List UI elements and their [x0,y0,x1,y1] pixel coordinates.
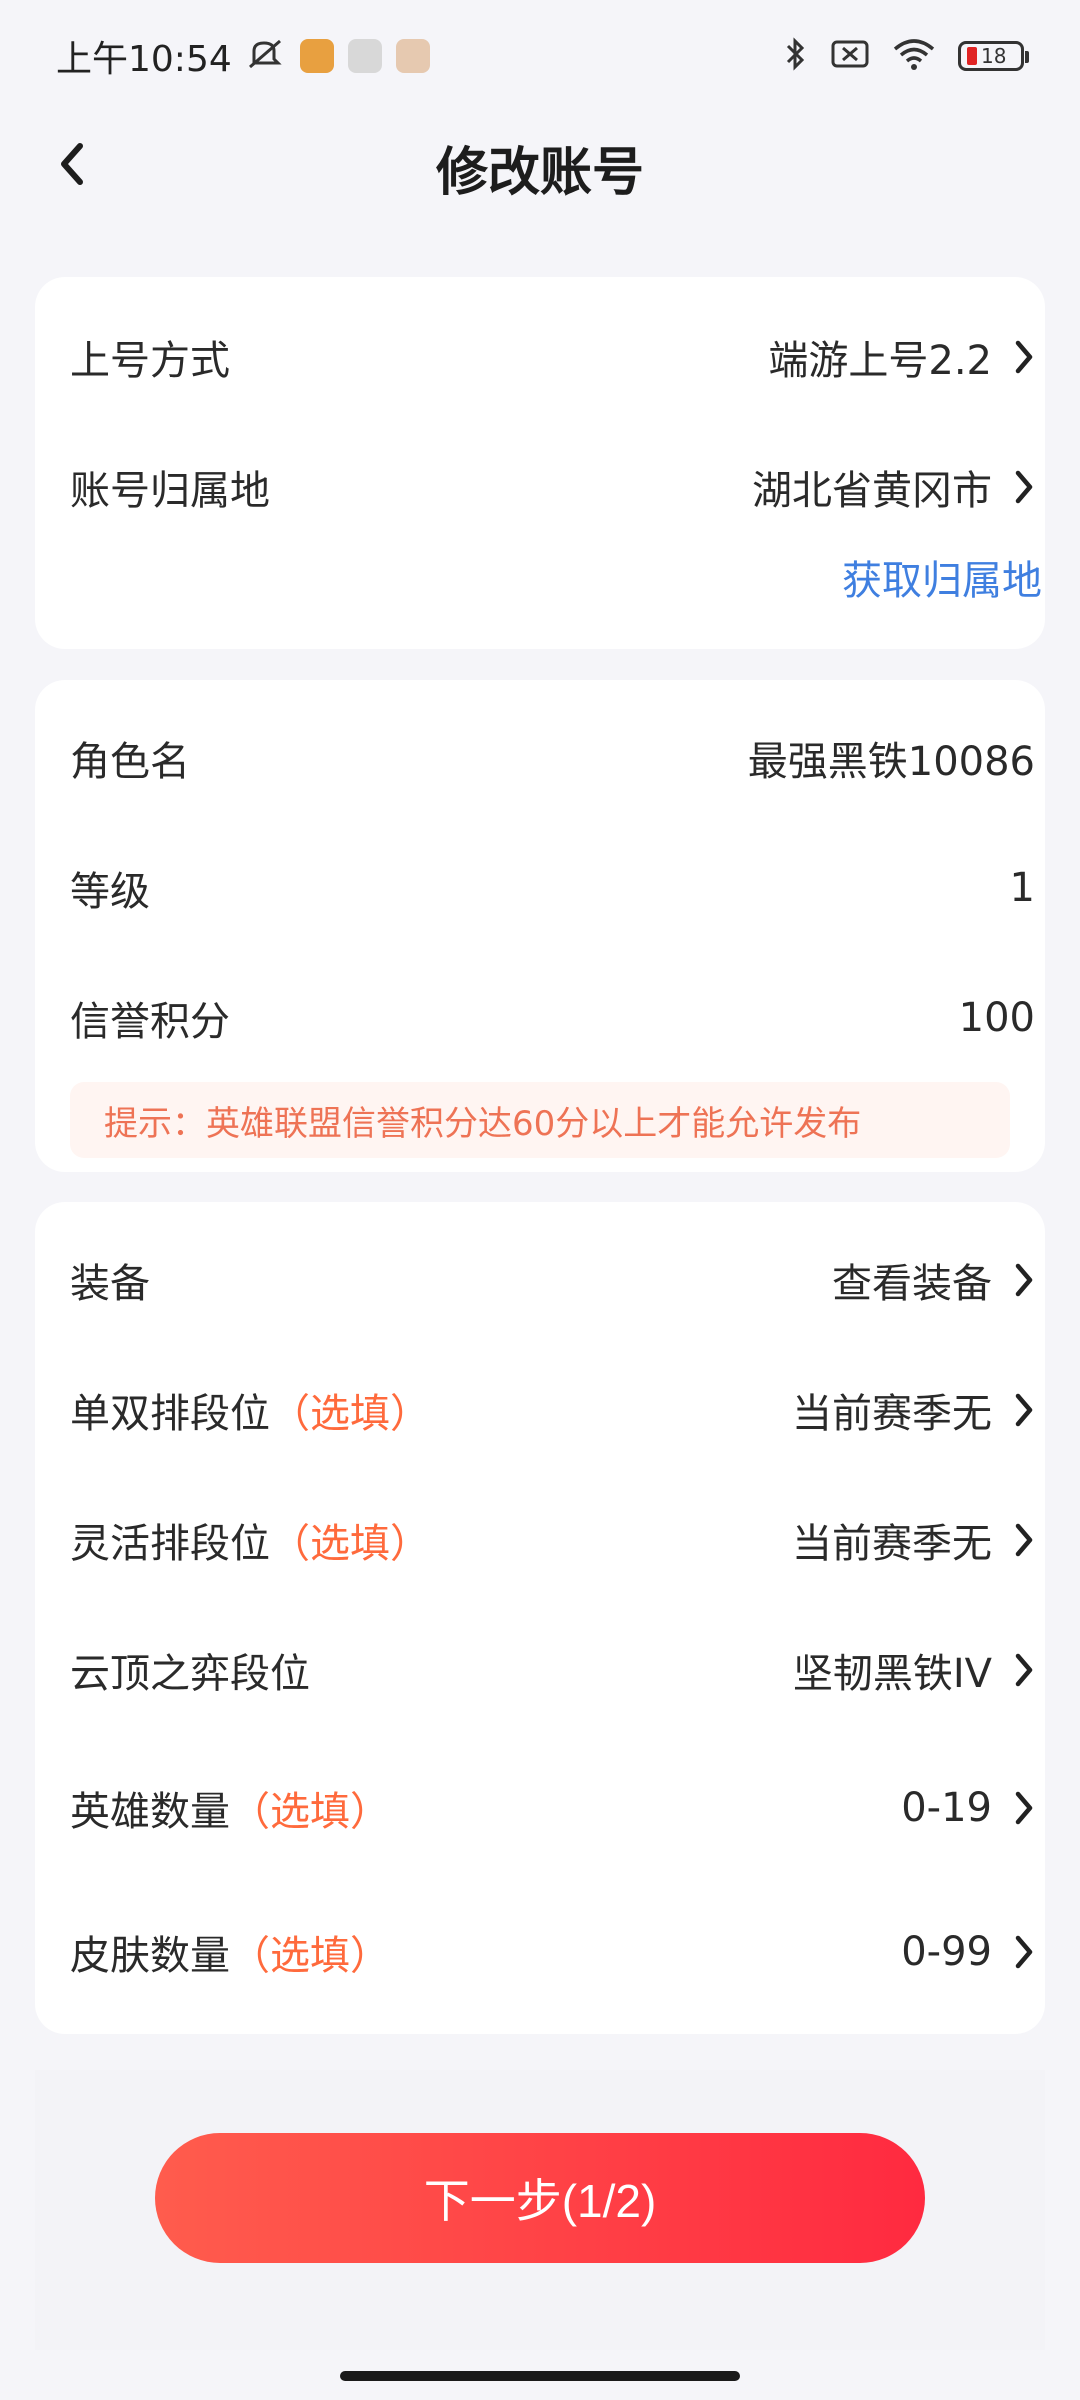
skin-count-label-wrap: 皮肤数量（选填） [70,1923,390,1981]
level-label: 等级 [70,869,150,915]
equipment-label: 装备 [70,1261,150,1307]
optional-tag: （选填） [230,1789,390,1835]
account-region-value-wrap: 湖北省黄冈市 [752,458,1042,516]
skin-count-label: 皮肤数量 [70,1933,230,1979]
chevron-right-icon [1006,465,1042,509]
solo-rank-value-wrap: 当前赛季无 [792,1381,1042,1439]
row-flex-rank[interactable]: 灵活排段位（选填） 当前赛季无 [70,1500,1042,1580]
row-hero-count[interactable]: 英雄数量（选填） 0-19 [70,1768,1042,1848]
battery-fill [967,47,977,65]
hero-count-label-wrap: 英雄数量（选填） [70,1779,390,1837]
get-region-link[interactable]: 获取归属地 [842,548,1042,606]
app-icon-game-1 [299,39,334,73]
chevron-right-icon [1006,335,1042,379]
tft-rank-value: 坚韧黑铁IV [792,1651,992,1697]
account-region-value: 湖北省黄冈市 [752,468,992,514]
no-sim-icon [830,38,870,74]
row-tft-rank[interactable]: 云顶之弈段位 坚韧黑铁IV [70,1630,1042,1710]
login-method-value-wrap: 端游上号2.2 [768,328,1042,386]
tft-rank-label: 云顶之弈段位 [70,1651,310,1697]
solo-rank-value: 当前赛季无 [792,1391,992,1437]
row-skin-count[interactable]: 皮肤数量（选填） 0-99 [70,1912,1042,1992]
login-method-label: 上号方式 [70,338,230,384]
battery-level: 18 [981,44,1007,68]
bluetooth-icon [784,36,808,76]
chevron-right-icon [1006,1786,1042,1830]
flex-rank-value-wrap: 当前赛季无 [792,1511,1042,1569]
row-role-name: 角色名 最强黑铁10086 [70,718,1035,798]
chevron-right-icon [1006,1518,1042,1562]
status-time: 上午10:54 [56,39,232,80]
flex-rank-label-wrap: 灵活排段位（选填） [70,1511,430,1569]
account-region-label: 账号归属地 [70,468,270,514]
row-solo-rank[interactable]: 单双排段位（选填） 当前赛季无 [70,1370,1042,1450]
optional-tag: （选填） [270,1391,430,1437]
row-credit-score: 信誉积分 100 [70,978,1035,1058]
solo-rank-label: 单双排段位 [70,1391,270,1437]
equipment-value-wrap: 查看装备 [832,1251,1042,1309]
chevron-right-icon [1006,1930,1042,1974]
level-value: 1 [1009,865,1035,911]
chevron-right-icon [1006,1648,1042,1692]
optional-tag: （选填） [230,1933,390,1979]
credit-hint: 提示：英雄联盟信誉积分达60分以上才能允许发布 [70,1082,1010,1158]
row-level: 等级 1 [70,848,1035,928]
credit-score-label: 信誉积分 [70,999,230,1045]
hero-count-label: 英雄数量 [70,1789,230,1835]
solo-rank-label-wrap: 单双排段位（选填） [70,1381,430,1439]
home-indicator[interactable] [340,2371,740,2381]
app-icon-game-2 [347,39,382,73]
login-method-value: 端游上号2.2 [768,338,992,384]
chevron-right-icon [1006,1258,1042,1302]
card-game-details [35,1202,1045,2034]
page-title: 修改账号 [435,143,644,203]
row-login-method[interactable]: 上号方式 端游上号2.2 [70,317,1042,397]
hero-count-value-wrap: 0-19 [901,1785,1042,1831]
skin-count-value: 0-99 [901,1929,992,1975]
next-step-button[interactable]: 下一步(1/2) [155,2133,925,2263]
flex-rank-value: 当前赛季无 [792,1521,992,1567]
skin-count-value-wrap: 0-99 [901,1929,1042,1975]
credit-score-value: 100 [958,995,1035,1041]
nav-bar: 修改账号 [0,112,1080,212]
app-icon-game-3 [395,39,430,73]
optional-tag: （选填） [270,1521,430,1567]
status-left: 上午10:54 [56,30,430,82]
status-right: 18 [784,36,1029,76]
tft-rank-value-wrap: 坚韧黑铁IV [793,1641,1042,1699]
flex-rank-label: 灵活排段位 [70,1521,270,1567]
hero-count-value: 0-19 [901,1785,992,1831]
equipment-value: 查看装备 [832,1261,992,1307]
mute-icon [246,37,286,75]
row-account-region[interactable]: 账号归属地 湖北省黄冈市 [70,447,1042,527]
battery-indicator: 18 [958,41,1029,71]
row-equipment[interactable]: 装备 查看装备 [70,1240,1042,1320]
chevron-right-icon [1006,1388,1042,1432]
role-name-value: 最强黑铁10086 [747,739,1035,785]
wifi-icon [892,37,936,75]
status-bar: 上午10:54 18 [0,0,1080,112]
role-name-label: 角色名 [70,739,190,785]
